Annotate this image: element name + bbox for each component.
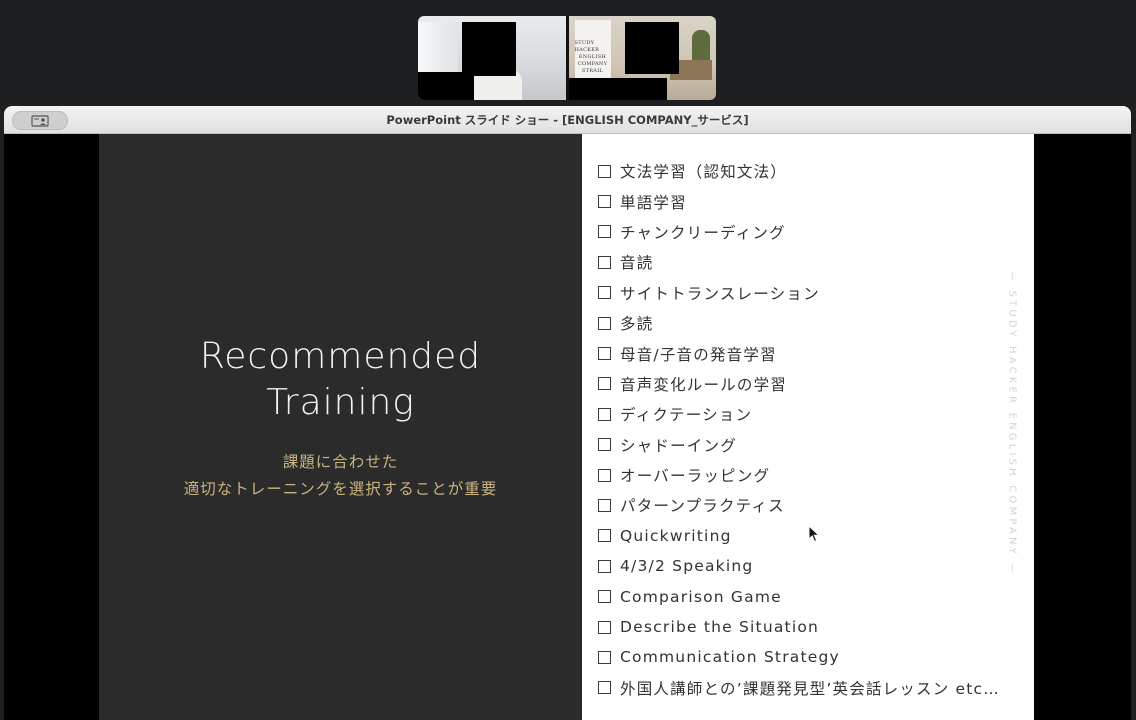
presenter-view-icon (31, 114, 49, 127)
slide-canvas[interactable]: Recommended Training 課題に合わせた 適切なトレーニングを選… (4, 134, 1131, 720)
checkbox-icon[interactable] (598, 590, 611, 604)
checklist-item[interactable]: Comparison Game (598, 581, 1000, 611)
meeting-screen: STUDY HACKER ENGLISH COMPANY STRAIL Powe… (0, 0, 1136, 720)
checklist-item-label: パターンプラクティス (620, 497, 785, 516)
checklist-item-label: 外国人講師との’課題発見型’英会話レッスン etc… (620, 679, 1000, 698)
checklist-item-label: Quickwriting (620, 526, 732, 545)
redacted-face (462, 22, 516, 76)
presenter-view-button[interactable] (12, 111, 68, 130)
checklist-item-label: シャドーイング (620, 436, 737, 455)
slide-heading: Recommended Training (99, 334, 582, 426)
slide-left-panel: Recommended Training 課題に合わせた 適切なトレーニングを選… (99, 134, 582, 720)
checklist-item[interactable]: 多読 (598, 308, 1000, 338)
checklist-item[interactable]: パターンプラクティス (598, 490, 1000, 520)
checkbox-icon[interactable] (598, 195, 611, 209)
checklist-item[interactable]: 4/3/2 Speaking (598, 551, 1000, 581)
checklist-item-label: チャンクリーディング (620, 223, 786, 242)
poster-line: ENGLISH (578, 53, 607, 60)
checklist-item[interactable]: 外国人講師との’課題発見型’英会話レッスン etc… (598, 673, 1000, 703)
checkbox-icon[interactable] (598, 620, 611, 634)
checkbox-icon[interactable] (598, 650, 611, 664)
checkbox-icon[interactable] (598, 225, 611, 239)
checkbox-icon[interactable] (598, 316, 611, 330)
checkbox-icon[interactable] (598, 407, 611, 421)
window-title: PowerPoint スライド ショー - [ENGLISH COMPANY_サ… (386, 112, 749, 127)
slide-heading-line: Recommended (199, 336, 482, 377)
checklist-item-label: 文法学習（認知文法） (620, 163, 788, 182)
participant-video-2[interactable]: STUDY HACKER ENGLISH COMPANY STRAIL (568, 16, 716, 100)
checklist-item[interactable]: Quickwriting (598, 521, 1000, 551)
checkbox-icon[interactable] (598, 468, 611, 482)
checkbox-icon[interactable] (598, 559, 611, 573)
participant-video-1[interactable] (418, 16, 566, 100)
slide-subtitle: 課題に合わせた 適切なトレーニングを選択することが重要 (99, 449, 582, 503)
slide-subtitle-line: 適切なトレーニングを選択することが重要 (183, 480, 498, 498)
mouse-cursor-icon (808, 525, 820, 543)
checkbox-icon[interactable] (598, 286, 611, 300)
checklist-item-label: 音読 (620, 254, 654, 273)
checklist-item[interactable]: オーバーラッピング (598, 460, 1000, 490)
checklist-item-label: Communication Strategy (620, 648, 840, 667)
redacted-area (568, 78, 667, 100)
checklist-item[interactable]: 母音/子音の発音学習 (598, 338, 1000, 368)
slide-subtitle-line: 課題に合わせた (282, 453, 399, 471)
checkbox-icon[interactable] (598, 164, 611, 178)
checklist-item[interactable]: サイトトランスレーション (598, 278, 1000, 308)
window-titlebar[interactable]: PowerPoint スライド ショー - [ENGLISH COMPANY_サ… (4, 106, 1131, 134)
checklist-item[interactable]: 単語学習 (598, 186, 1000, 216)
checklist-item[interactable]: ディクテーション (598, 399, 1000, 429)
checklist-item-label: サイトトランスレーション (620, 284, 820, 303)
poster-line: STUDY HACKER (574, 39, 600, 53)
checkbox-icon[interactable] (598, 438, 611, 452)
slide-heading-line: Training (266, 382, 415, 423)
checklist-item[interactable]: Communication Strategy (598, 642, 1000, 672)
slide-right-panel: 文法学習（認知文法） 単語学習 チャンクリーディング 音読 サイトトランスレーシ… (582, 134, 1034, 720)
checklist-item-label: 多読 (620, 315, 654, 334)
checklist-item[interactable]: シャドーイング (598, 430, 1000, 460)
poster-line: STRAIL (581, 67, 604, 74)
checklist-item-label: 音声変化ルールの学習 (620, 375, 788, 394)
checklist-item-label: 単語学習 (620, 193, 687, 212)
checklist-item[interactable]: チャンクリーディング (598, 217, 1000, 247)
redacted-area (418, 72, 474, 100)
checklist-item-label: 母音/子音の発音学習 (620, 345, 777, 364)
powerpoint-slideshow-window: PowerPoint スライド ショー - [ENGLISH COMPANY_サ… (4, 106, 1131, 720)
checkbox-icon[interactable] (598, 498, 611, 512)
redacted-face (624, 22, 679, 74)
checklist-item[interactable]: Describe the Situation (598, 612, 1000, 642)
training-checklist: 文法学習（認知文法） 単語学習 チャンクリーディング 音読 サイトトランスレーシ… (598, 156, 1000, 703)
poster-line: COMPANY (577, 60, 608, 67)
checklist-item-label: オーバーラッピング (620, 467, 771, 486)
checklist-item-label: 4/3/2 Speaking (620, 557, 754, 576)
checklist-item[interactable]: 音声変化ルールの学習 (598, 369, 1000, 399)
checkbox-icon[interactable] (598, 255, 611, 269)
checkbox-icon[interactable] (598, 681, 611, 695)
checklist-item[interactable]: 文法学習（認知文法） (598, 156, 1000, 186)
checklist-item-label: Describe the Situation (620, 618, 820, 637)
checklist-item[interactable]: 音読 (598, 247, 1000, 277)
participant-video-strip[interactable]: STUDY HACKER ENGLISH COMPANY STRAIL (418, 16, 716, 100)
checklist-item-label: ディクテーション (620, 406, 753, 425)
checkbox-icon[interactable] (598, 529, 611, 543)
checkbox-icon[interactable] (598, 347, 611, 361)
vertical-brand-mark: — STUDY HACKER ENGLISH COMPANY — (1006, 271, 1018, 577)
checklist-item-label: Comparison Game (620, 587, 782, 606)
checkbox-icon[interactable] (598, 377, 611, 391)
